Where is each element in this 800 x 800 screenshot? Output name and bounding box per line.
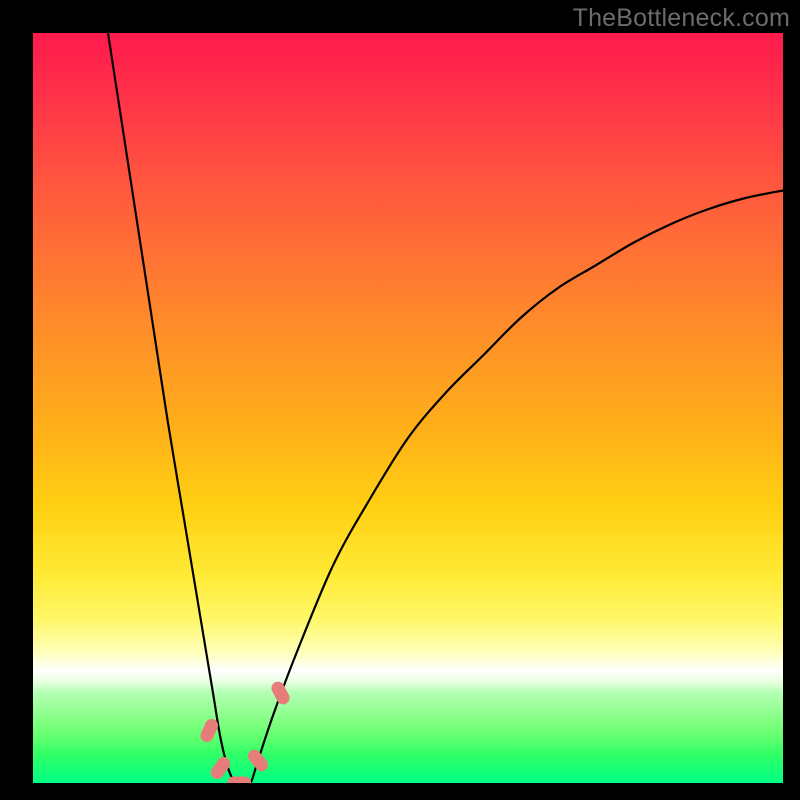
- chart-svg: [33, 33, 783, 783]
- chart-stage: TheBottleneck.com: [0, 0, 800, 800]
- curve-marker: [245, 747, 270, 774]
- curve-marker: [227, 777, 251, 784]
- watermark-text: TheBottleneck.com: [573, 4, 790, 33]
- curve-marker: [269, 679, 292, 706]
- plot-area: [33, 33, 783, 783]
- bottleneck-curve: [108, 33, 783, 783]
